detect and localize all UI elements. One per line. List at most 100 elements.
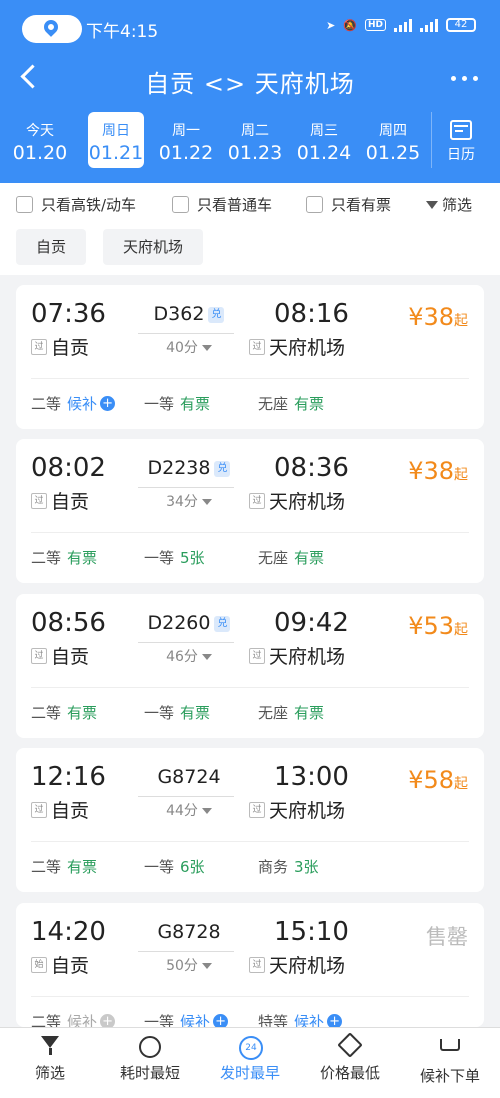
date-tab[interactable]: 周三 01.24	[294, 112, 354, 168]
train-number: D2260 兑	[134, 612, 244, 634]
date-weekday: 周四	[379, 123, 407, 139]
seat-availability: 6张	[180, 858, 205, 876]
seat-info: 一等 有票	[144, 393, 210, 414]
date-tabs: 今天 01.20 周日 01.21 周一 01.22 周二 01.23 周三 01.24 …	[10, 112, 490, 172]
arrival-time: 15:10	[274, 917, 349, 947]
date-value: 01.23	[227, 142, 283, 164]
plus-icon[interactable]: +	[100, 396, 116, 411]
price-value: ¥58	[408, 766, 454, 794]
regular-train-checkbox[interactable]: 只看普通车	[172, 194, 272, 215]
location-pin-icon	[41, 17, 61, 37]
checkbox-box	[172, 196, 189, 213]
seat-info: 无座 有票	[258, 547, 324, 568]
sort-filter-tab[interactable]: 筛选	[0, 1034, 100, 1083]
date-tab[interactable]: 周二 01.23	[225, 112, 285, 168]
to-station: 过天府机场	[249, 642, 345, 669]
train-card[interactable]: 08:56 过自贡 D2260 兑 46分 09:42 过天府机场 ¥53起 二等 有票 一等 有票无…	[16, 594, 484, 738]
duration[interactable]: 40分	[134, 337, 244, 357]
seat-info: 无座 有票	[258, 393, 324, 414]
seat-type: 商务	[258, 858, 289, 876]
station-name: 自贡	[51, 337, 90, 359]
to-station: 过天府机场	[249, 796, 345, 823]
signal-icon	[394, 18, 412, 32]
price-suffix: 起	[454, 467, 468, 483]
more-icon[interactable]	[451, 76, 478, 81]
filter-button[interactable]: 筛选	[426, 194, 472, 215]
train-card[interactable]: 08:02 过自贡 D2238 兑 34分 08:36 过天府机场 ¥38起 二等 有票 一等 5张无…	[16, 439, 484, 583]
duration[interactable]: 46分	[134, 646, 244, 666]
checkbox-label: 只看高铁/动车	[41, 196, 137, 214]
seat-type: 无座	[258, 395, 289, 413]
seat-type: 二等	[31, 549, 62, 567]
station-badge: 过	[31, 492, 47, 509]
station-name: 自贡	[51, 646, 90, 668]
price-value: ¥53	[408, 612, 454, 640]
train-number: G8728	[134, 921, 244, 943]
duration-text: 44分	[166, 803, 198, 819]
location-pill[interactable]	[22, 15, 82, 43]
station-badge: 过	[249, 492, 265, 509]
departure-time: 08:02	[31, 453, 106, 483]
date-tab[interactable]: 周一 01.22	[156, 112, 216, 168]
station-name: 天府机场	[269, 491, 346, 513]
tab-label: 候补下单	[419, 1067, 480, 1085]
duration-text: 46分	[166, 649, 198, 665]
duration[interactable]: 50分	[134, 955, 244, 975]
top-bar: 下午4:15 ➤ 🔕 HD 42 自贡 <> 天府机场 今天 01.20 周日 01…	[0, 0, 500, 183]
station-badge: 过	[31, 801, 47, 818]
calendar-button[interactable]: 日历	[431, 112, 490, 168]
funnel-icon	[426, 200, 438, 209]
train-number-text: G8728	[157, 921, 221, 943]
station-name: 自贡	[51, 491, 90, 513]
high-speed-checkbox[interactable]: 只看高铁/动车	[16, 194, 136, 215]
date-tab-selected[interactable]: 周日 01.21	[88, 112, 144, 168]
seat-availability: 有票	[180, 704, 211, 722]
duration[interactable]: 44分	[134, 800, 244, 820]
divider	[31, 532, 469, 533]
date-tab[interactable]: 今天 01.20	[10, 112, 70, 168]
date-value: 01.22	[158, 142, 214, 164]
train-card[interactable]: 14:20 始自贡 G8728 50分 15:10 过天府机场 售罄 二等 候补 + 一等 候补 + 特等…	[16, 903, 484, 1031]
duration[interactable]: 34分	[134, 491, 244, 511]
arrival-time: 09:42	[274, 608, 349, 638]
station-tags: 自贡 天府机场	[0, 223, 500, 275]
exchange-badge: 兑	[214, 615, 231, 632]
bottom-sort-bar: 筛选 耗时最短 24 发时最早 价格最低 候补下单	[0, 1027, 500, 1098]
24-badge: 24	[239, 1036, 263, 1060]
sort-earliest-tab[interactable]: 24 发时最早	[200, 1034, 300, 1083]
chevron-down-icon	[201, 808, 212, 814]
train-card[interactable]: 07:36 过自贡 D362 兑 40分 08:16 过天府机场 ¥38起 二等 候补 + 一等 有票无…	[16, 285, 484, 429]
available-only-checkbox[interactable]: 只看有票	[306, 194, 391, 215]
train-card[interactable]: 12:16 过自贡 G8724 44分 13:00 过天府机场 ¥58起 二等 有票 一等 6张 商务…	[16, 748, 484, 892]
from-station: 始自贡	[31, 951, 89, 978]
station-badge: 过	[249, 801, 265, 818]
hd-icon: HD	[364, 19, 386, 31]
exchange-badge: 兑	[214, 460, 231, 477]
train-number: G8724	[134, 766, 244, 788]
waitlist-order-tab[interactable]: 候补下单	[400, 1034, 500, 1086]
date-tab[interactable]: 周四 01.25	[363, 112, 423, 168]
nav-bar: 自贡 <> 天府机场	[0, 58, 500, 102]
station-name: 自贡	[51, 800, 90, 822]
station-tag-to[interactable]: 天府机场	[103, 229, 204, 265]
seat-availability: 有票	[67, 549, 98, 567]
station-badge: 过	[31, 338, 47, 355]
date-weekday: 周日	[102, 123, 130, 139]
station-badge: 过	[249, 956, 265, 973]
sort-duration-tab[interactable]: 耗时最短	[100, 1034, 200, 1083]
chevron-down-icon	[201, 345, 212, 351]
divider	[138, 951, 234, 952]
date-weekday: 周一	[172, 123, 200, 139]
station-tag-from[interactable]: 自贡	[16, 229, 87, 265]
to-station: 过天府机场	[249, 487, 345, 514]
sort-price-tab[interactable]: 价格最低	[300, 1032, 400, 1083]
station-badge: 过	[249, 338, 265, 355]
seat-type: 一等	[144, 395, 175, 413]
mute-icon: 🔕	[343, 18, 357, 32]
divider	[31, 996, 469, 997]
price: ¥38起	[408, 303, 468, 331]
station-name: 天府机场	[269, 646, 346, 668]
departure-time: 14:20	[31, 917, 106, 947]
train-number-text: D2260	[147, 612, 211, 634]
train-number-text: G8724	[157, 766, 221, 788]
